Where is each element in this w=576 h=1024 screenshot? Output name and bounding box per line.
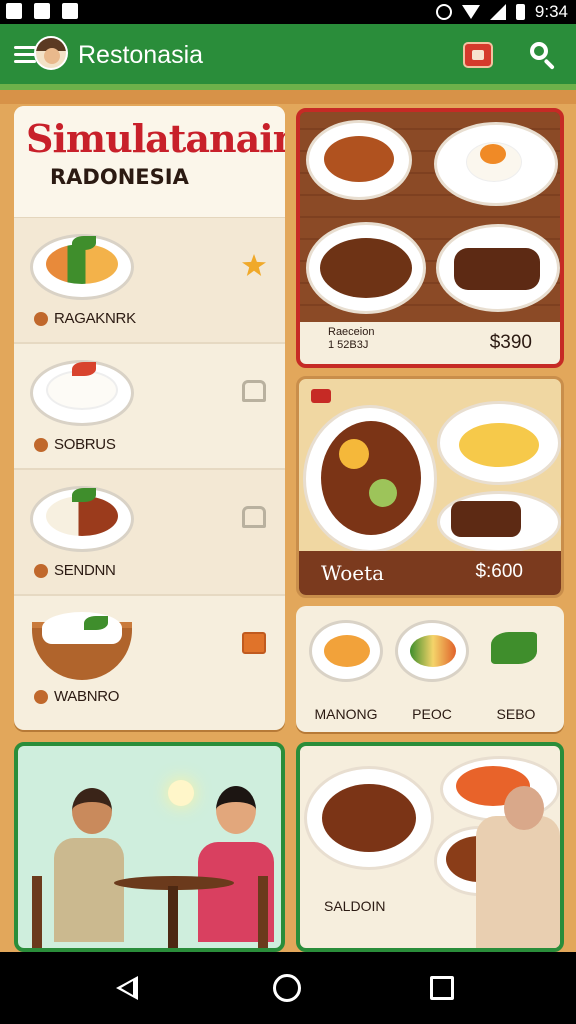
menu-item[interactable]: WABNRO bbox=[14, 596, 285, 722]
menu-item-name: WABNRO bbox=[54, 688, 120, 705]
featured-mid-name: Woeta bbox=[321, 561, 385, 585]
item-badge-icon bbox=[34, 564, 48, 578]
featured-card-mid[interactable]: Woeta $:600 bbox=[296, 376, 564, 598]
category-item[interactable]: MANONG bbox=[306, 620, 386, 722]
navigation-bar bbox=[0, 952, 576, 1024]
cart-button[interactable] bbox=[463, 42, 493, 68]
menu-item-name: SENDNN bbox=[54, 562, 116, 579]
back-icon[interactable] bbox=[116, 976, 138, 1000]
menu-title: Simulatanain bbox=[26, 116, 285, 161]
menu-item-name: RAGAKNRK bbox=[54, 310, 136, 327]
category-image bbox=[309, 620, 383, 682]
main-content: Simulatanain RADONESIA RAGAKNRK SOBRUS S… bbox=[0, 90, 576, 952]
avatar[interactable] bbox=[34, 36, 68, 70]
status-time: 9:34 bbox=[534, 2, 568, 21]
featured-top-label: Raeceion 1 52B3J bbox=[328, 326, 375, 351]
category-label: MANONG bbox=[314, 706, 378, 722]
featured-card-top[interactable]: Raeceion 1 52B3J $390 bbox=[296, 108, 564, 368]
banner-label: SALDOIN bbox=[324, 898, 386, 914]
item-badge-icon bbox=[34, 690, 48, 704]
menu-icon[interactable] bbox=[14, 46, 36, 64]
image-notification-icon bbox=[34, 3, 50, 19]
notification-icon bbox=[6, 3, 22, 19]
featured-top-price: $390 bbox=[489, 332, 532, 353]
app-title: Restonasia bbox=[78, 41, 204, 69]
item-badge-icon bbox=[34, 438, 48, 452]
featured-mid-price: $:600 bbox=[475, 561, 523, 582]
tag-icon bbox=[311, 389, 331, 403]
menu-item[interactable]: SENDNN bbox=[14, 470, 285, 596]
recent-apps-icon[interactable] bbox=[430, 976, 454, 1000]
category-item[interactable]: PEOC bbox=[392, 620, 472, 722]
search-icon[interactable] bbox=[528, 40, 558, 70]
bookmark-icon[interactable] bbox=[242, 380, 266, 402]
upload-notification-icon bbox=[62, 3, 78, 19]
category-label: PEOC bbox=[412, 706, 452, 722]
dining-banner[interactable] bbox=[14, 742, 285, 952]
battery-icon bbox=[515, 4, 525, 20]
menu-item[interactable]: SOBRUS bbox=[14, 344, 285, 470]
wifi-icon bbox=[461, 5, 480, 19]
lamp-illustration bbox=[168, 780, 194, 806]
dish-banner[interactable]: SALDOIN bbox=[296, 742, 564, 952]
star-icon[interactable] bbox=[242, 254, 266, 276]
menu-item[interactable]: RAGAKNRK bbox=[14, 218, 285, 344]
status-bar: 9:34 bbox=[0, 0, 576, 24]
alarm-icon bbox=[435, 4, 452, 20]
signal-icon bbox=[489, 4, 506, 20]
item-badge-icon bbox=[34, 312, 48, 326]
home-icon[interactable] bbox=[273, 974, 301, 1002]
category-card: MANONG PEOC SEBO bbox=[296, 606, 564, 732]
menu-subtitle: RADONESIA bbox=[50, 165, 189, 189]
app-bar: Restonasia bbox=[0, 24, 576, 90]
bookmark-icon[interactable] bbox=[242, 506, 266, 528]
menu-item-name: SOBRUS bbox=[54, 436, 116, 453]
category-label: SEBO bbox=[496, 706, 536, 722]
box-icon[interactable] bbox=[242, 632, 266, 654]
category-image bbox=[479, 620, 553, 682]
menu-header: Simulatanain RADONESIA bbox=[14, 106, 285, 218]
category-item[interactable]: SEBO bbox=[476, 620, 556, 722]
category-image bbox=[395, 620, 469, 682]
menu-card: Simulatanain RADONESIA RAGAKNRK SOBRUS S… bbox=[14, 106, 285, 730]
